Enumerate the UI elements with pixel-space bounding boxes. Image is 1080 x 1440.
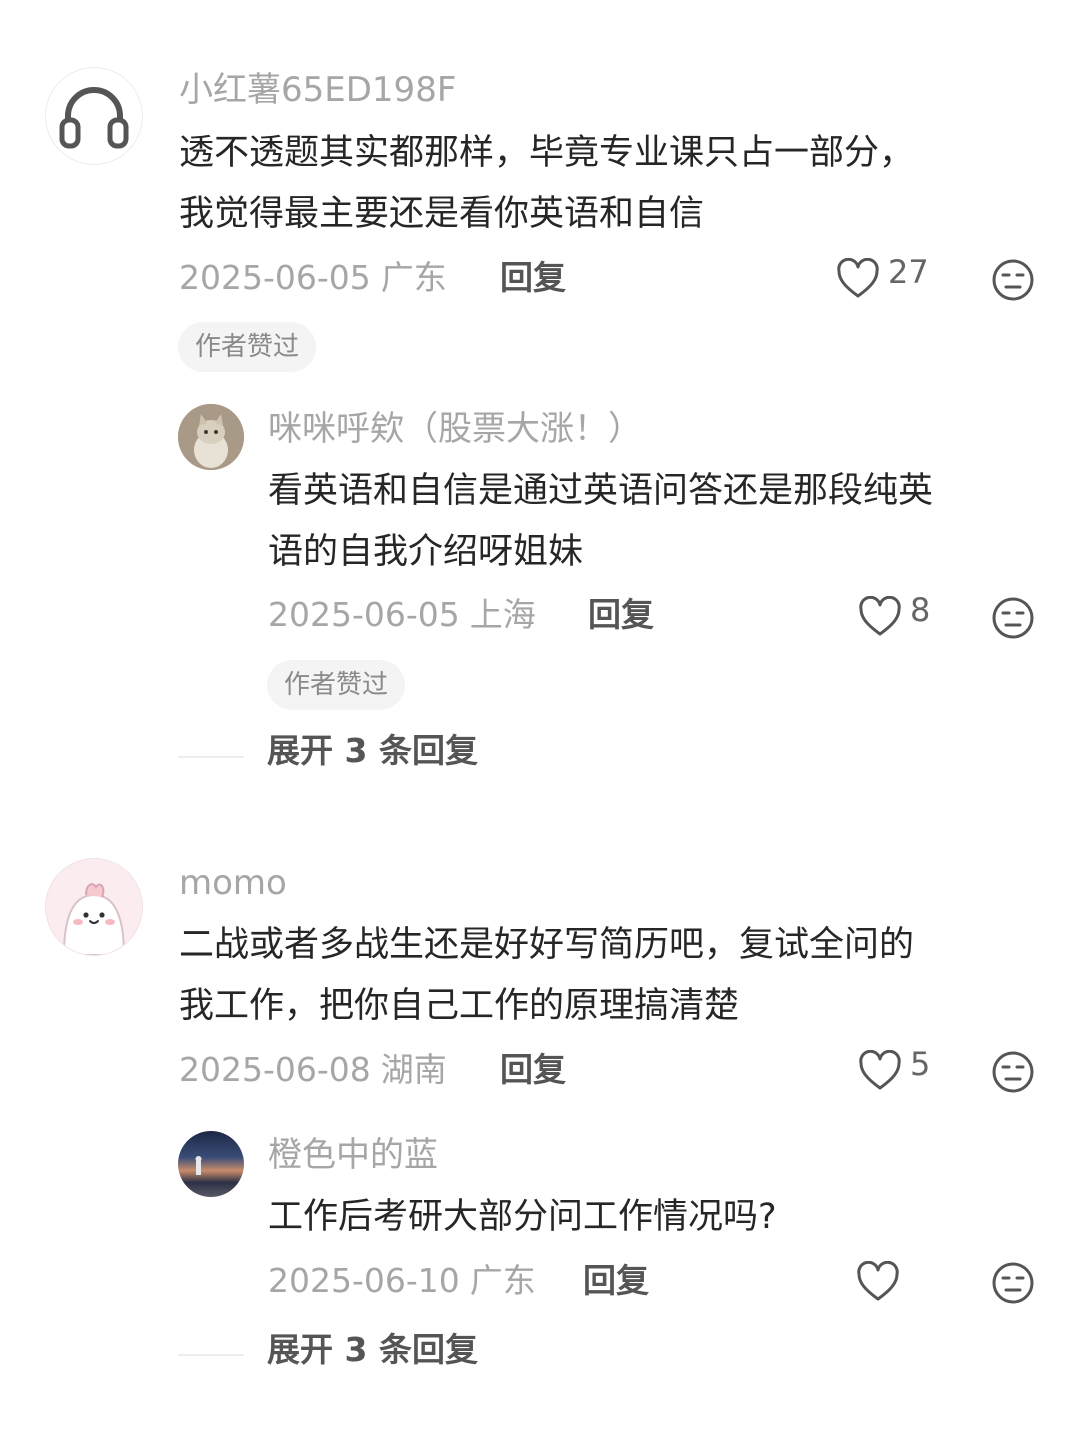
dislike-button[interactable]: [991, 1261, 1035, 1309]
avatar-cat[interactable]: [178, 404, 244, 470]
comment-location: 广东: [380, 258, 447, 297]
reply-meta: 2025-06-10 广东: [268, 1264, 536, 1297]
comment-location: 湖南: [380, 1050, 447, 1089]
comment-meta: 2025-06-05 广东: [179, 261, 447, 294]
comment-text-line: 我工作，把你自己工作的原理搞清楚: [179, 986, 740, 1026]
reply-button[interactable]: 回复: [500, 261, 566, 294]
dislike-button[interactable]: [991, 596, 1035, 644]
comment-text: 二战或者多战生还是好好写简历吧，复试全问的 我工作，把你自己工作的原理搞清楚: [179, 915, 914, 1037]
reply-text-line: 工作后考研大部分问工作情况吗?: [268, 1197, 777, 1237]
reply-text: 工作后考研大部分问工作情况吗?: [268, 1187, 777, 1248]
expand-divider: [178, 756, 244, 758]
neutral-face-icon: [992, 1262, 1034, 1304]
author-liked-badge: 作者赞过: [267, 660, 406, 710]
reply-button[interactable]: 回复: [583, 1264, 649, 1297]
reply-text: 看英语和自信是通过英语问答还是那段纯英 语的自我介绍呀姐妹: [268, 461, 933, 583]
reply-text-line: 看英语和自信是通过英语问答还是那段纯英: [268, 471, 934, 511]
comment-meta: 2025-06-08 湖南: [179, 1053, 447, 1086]
reply-date: 2025-06-05: [268, 595, 460, 634]
like-count: 5: [910, 1045, 931, 1083]
like-count: 27: [888, 253, 929, 291]
neutral-face-icon: [992, 597, 1034, 639]
comment-text-line: 二战或者多战生还是好好写简历吧，复试全问的: [179, 925, 915, 965]
comment-text-line: 透不透题其实都那样，毕竟专业课只占一部分，: [179, 133, 915, 173]
heart-icon: [859, 1050, 901, 1090]
reply-date: 2025-06-10: [268, 1261, 460, 1300]
expand-replies-button[interactable]: 展开 3 条回复: [267, 1333, 478, 1366]
like-button[interactable]: [856, 1261, 908, 1303]
comment-text: 透不透题其实都那样，毕竟专业课只占一部分， 我觉得最主要还是看你英语和自信: [179, 123, 914, 245]
cat-photo: [178, 404, 244, 470]
comment-username[interactable]: momo: [179, 866, 287, 900]
reply-username[interactable]: 橙色中的蓝: [268, 1138, 438, 1172]
avatar-sunset[interactable]: [178, 1131, 244, 1197]
dislike-button[interactable]: [991, 1050, 1035, 1098]
expand-divider: [178, 1354, 244, 1356]
reply-button[interactable]: 回复: [588, 598, 654, 631]
expand-replies-button[interactable]: 展开 3 条回复: [267, 734, 478, 767]
headphones-icon: [59, 87, 129, 149]
neutral-face-icon: [992, 259, 1034, 301]
comment-date: 2025-06-08: [179, 1050, 371, 1089]
heart-icon: [857, 1261, 899, 1301]
heart-icon: [837, 258, 879, 298]
reply-location: 广东: [469, 1261, 536, 1300]
avatar-momo[interactable]: [45, 858, 143, 956]
sunset-beach-photo: [195, 1156, 202, 1175]
heart-icon: [859, 596, 901, 636]
like-button[interactable]: 5: [858, 1045, 931, 1092]
dislike-button[interactable]: [991, 258, 1035, 306]
neutral-face-icon: [992, 1051, 1034, 1093]
author-liked-badge: 作者赞过: [178, 322, 317, 372]
reply-username[interactable]: 咪咪呼欸（股票大涨！）: [268, 412, 642, 446]
reply-text-line: 语的自我介绍呀姐妹: [268, 532, 584, 572]
like-button[interactable]: 27: [836, 253, 929, 300]
like-count: 8: [910, 591, 931, 629]
comment-date: 2025-06-05: [179, 258, 371, 297]
comment-username[interactable]: 小红薯65ED198F: [179, 73, 456, 107]
like-button[interactable]: 8: [858, 591, 931, 638]
cute-cartoon-avatar: [46, 859, 142, 955]
avatar-headphones[interactable]: [45, 67, 143, 165]
reply-meta: 2025-06-05 上海: [268, 598, 536, 631]
comment-text-line: 我觉得最主要还是看你英语和自信: [179, 194, 705, 234]
reply-button[interactable]: 回复: [500, 1053, 566, 1086]
reply-location: 上海: [469, 595, 536, 634]
